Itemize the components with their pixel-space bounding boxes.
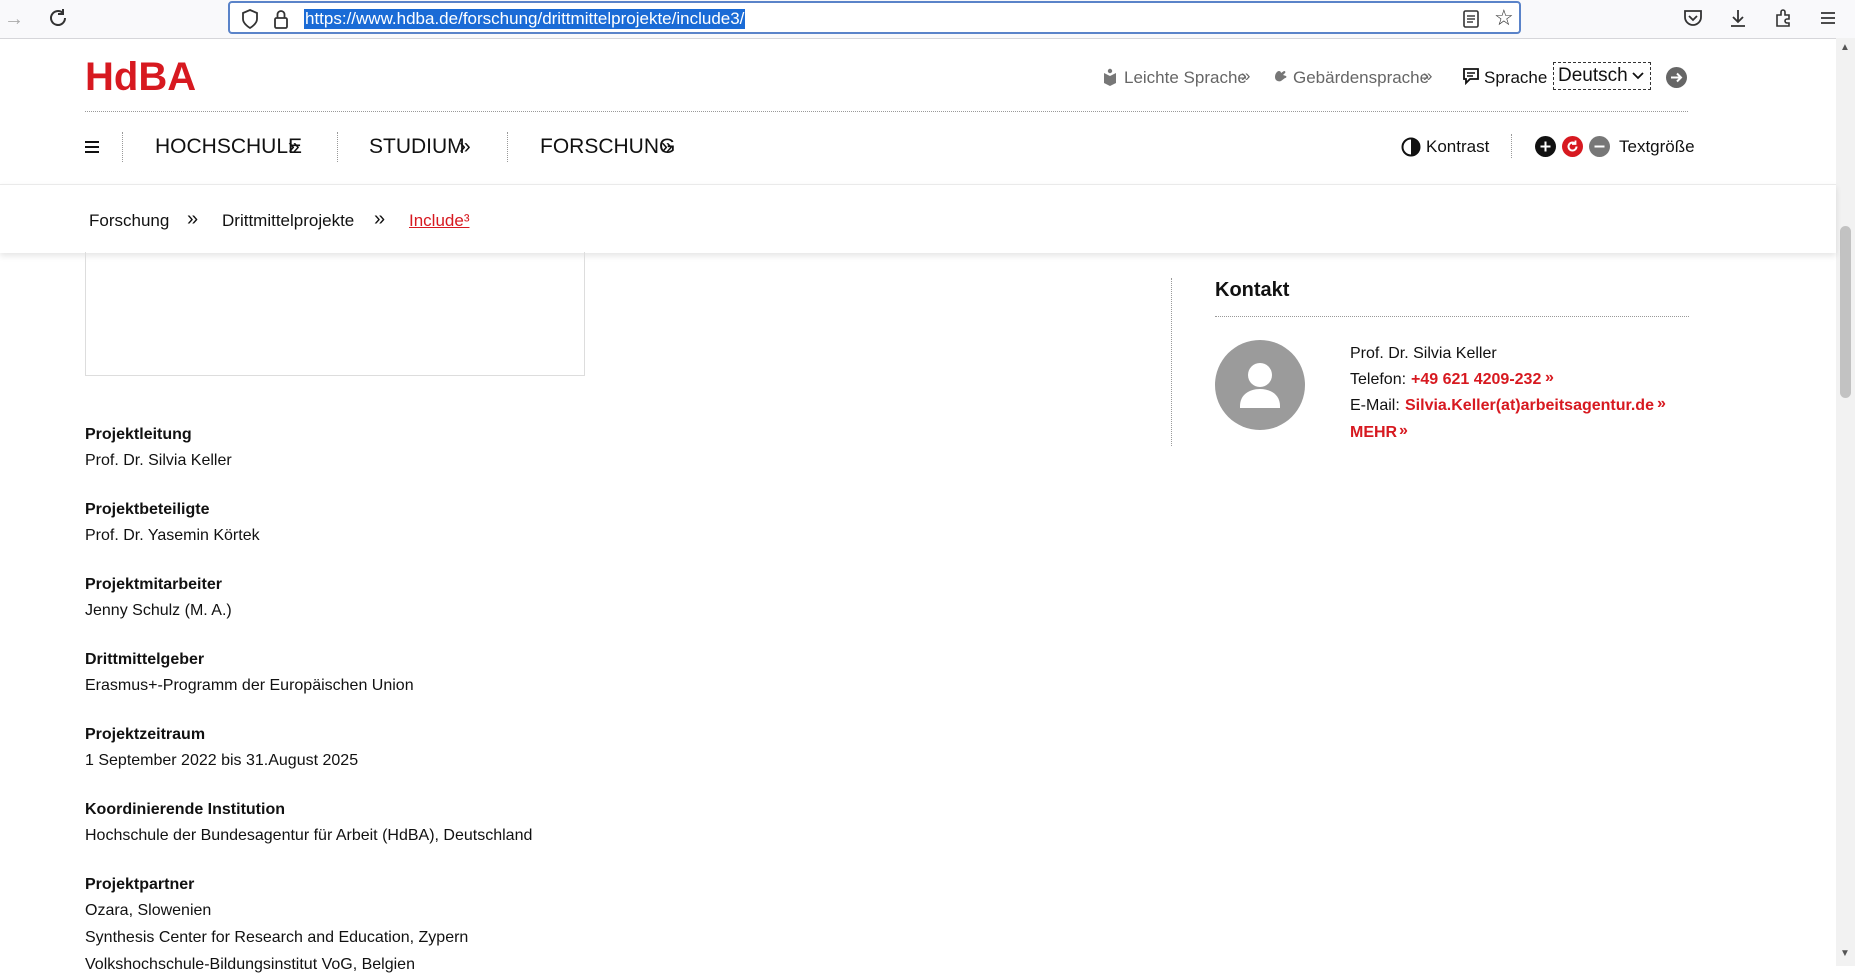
download-icon[interactable] [1726,7,1750,31]
project-staff-label: Projektmitarbeiter [85,576,222,593]
url-text[interactable]: https://www.hdba.de/forschung/drittmitte… [304,9,746,29]
sign-language-icon [1271,67,1289,90]
project-period-value: 1 September 2022 bis 31.August 2025 [85,752,359,769]
contrast-icon[interactable] [1401,137,1421,162]
browser-toolbar: → https://www.hdba.de/forschung/drittmit… [0,0,1855,39]
chevrons-icon: » [1241,66,1251,85]
nav-hochschule[interactable]: HOCHSCHULE [155,135,302,159]
textsize-label: Textgröße [1619,137,1695,156]
nav-studium[interactable]: STUDIUM [369,135,465,159]
scroll-down-icon[interactable]: ▼ [1840,948,1850,959]
hamburger-menu-icon[interactable] [85,140,99,159]
contrast-label[interactable]: Kontrast [1426,137,1489,157]
email-link[interactable]: Silvia.Keller(at)arbeitsagentur.de [1405,396,1654,416]
reset-textsize-icon[interactable] [1562,136,1583,157]
project-partner-item: Volkshochschule-Bildungsinstitut VoG, Be… [85,956,415,973]
chevrons-icon: » [374,208,386,230]
project-staff-value: Jenny Schulz (M. A.) [85,602,232,619]
chevrons-icon: » [1545,369,1554,386]
project-period-label: Projektzeitraum [85,726,206,743]
hdba-logo[interactable]: HdBA [85,55,245,99]
chevron-down-icon [1632,63,1644,97]
sidebar-divider [1171,278,1172,446]
coordinating-institution-label: Koordinierende Institution [85,801,285,818]
contact-title: Kontakt [1215,279,1290,301]
nav-forschung[interactable]: FORSCHUNG [540,135,675,159]
person-icon [1240,363,1280,408]
funder-label: Drittmittelgeber [85,651,205,668]
project-partner-item: Ozara, Slowenien [85,902,212,919]
easy-language-link[interactable]: Leichte Sprache [1124,68,1247,88]
email-label: E-Mail: [1350,397,1400,414]
menu-icon[interactable] [1816,7,1840,31]
chevrons-icon: » [459,135,471,158]
avatar [1215,340,1305,430]
bookmark-star-icon[interactable]: ☆ [1494,6,1514,30]
sign-language-link[interactable]: Gebärdensprache [1293,68,1429,88]
coordinating-institution-value: Hochschule der Bundesagentur für Arbeit … [85,827,533,844]
reload-icon[interactable] [46,7,70,31]
chevrons-icon: » [187,208,199,230]
chevrons-icon: » [1423,66,1433,85]
breadcrumb-drittmittelprojekte[interactable]: Drittmittelprojekte [222,211,354,231]
tools-divider [1511,134,1512,158]
extensions-icon[interactable] [1771,7,1795,31]
nav-divider [507,132,508,162]
breadcrumb-current[interactable]: Include³ [409,211,469,231]
chevrons-icon: » [1657,395,1666,412]
lock-icon[interactable] [272,8,290,35]
contact-name: Prof. Dr. Silvia Keller [1350,345,1497,362]
increase-textsize-icon[interactable] [1535,136,1556,157]
chevrons-icon: » [661,135,673,158]
easy-language-icon [1102,68,1118,91]
project-participants-label: Projektbeteiligte [85,501,210,518]
language-select-value: Deutsch [1558,65,1628,86]
project-participants-value: Prof. Dr. Yasemin Körtek [85,527,260,544]
project-partners-label: Projektpartner [85,876,195,893]
speech-bubble-icon [1461,67,1481,90]
chevrons-icon: » [288,135,300,158]
logo-text: HdBA [85,56,196,96]
nav-divider [122,132,123,162]
funder-value: Erasmus+-Programm der Europäischen Union [85,677,414,694]
project-lead-label: Projektleitung [85,426,192,443]
go-arrow-icon[interactable] [1666,67,1687,88]
shield-icon[interactable] [240,8,260,35]
project-image-frame [85,252,585,376]
breadcrumb-forschung[interactable]: Forschung [89,211,169,231]
language-select[interactable]: Deutsch [1553,62,1651,90]
scroll-up-icon[interactable]: ▲ [1840,42,1850,53]
nav-divider [337,132,338,162]
phone-label: Telefon: [1350,371,1407,388]
language-label: Sprache [1484,68,1548,87]
more-link[interactable]: MEHR [1350,423,1397,443]
decrease-textsize-icon[interactable] [1589,136,1610,157]
address-bar[interactable]: https://www.hdba.de/forschung/drittmitte… [228,1,1521,34]
reader-view-icon[interactable] [1461,8,1481,35]
chevrons-icon: » [1399,422,1408,439]
forward-icon[interactable]: → [2,7,26,31]
page-scrollbar[interactable]: ▲ ▼ [1836,38,1855,966]
pocket-icon[interactable] [1681,7,1705,31]
project-lead-value: Prof. Dr. Silvia Keller [85,452,232,469]
scrollbar-thumb[interactable] [1840,226,1851,398]
project-partner-item: Synthesis Center for Research and Educat… [85,929,469,946]
contact-divider [1215,316,1689,317]
phone-link[interactable]: +49 621 4209-232 [1411,370,1541,390]
header-divider [85,111,1688,112]
